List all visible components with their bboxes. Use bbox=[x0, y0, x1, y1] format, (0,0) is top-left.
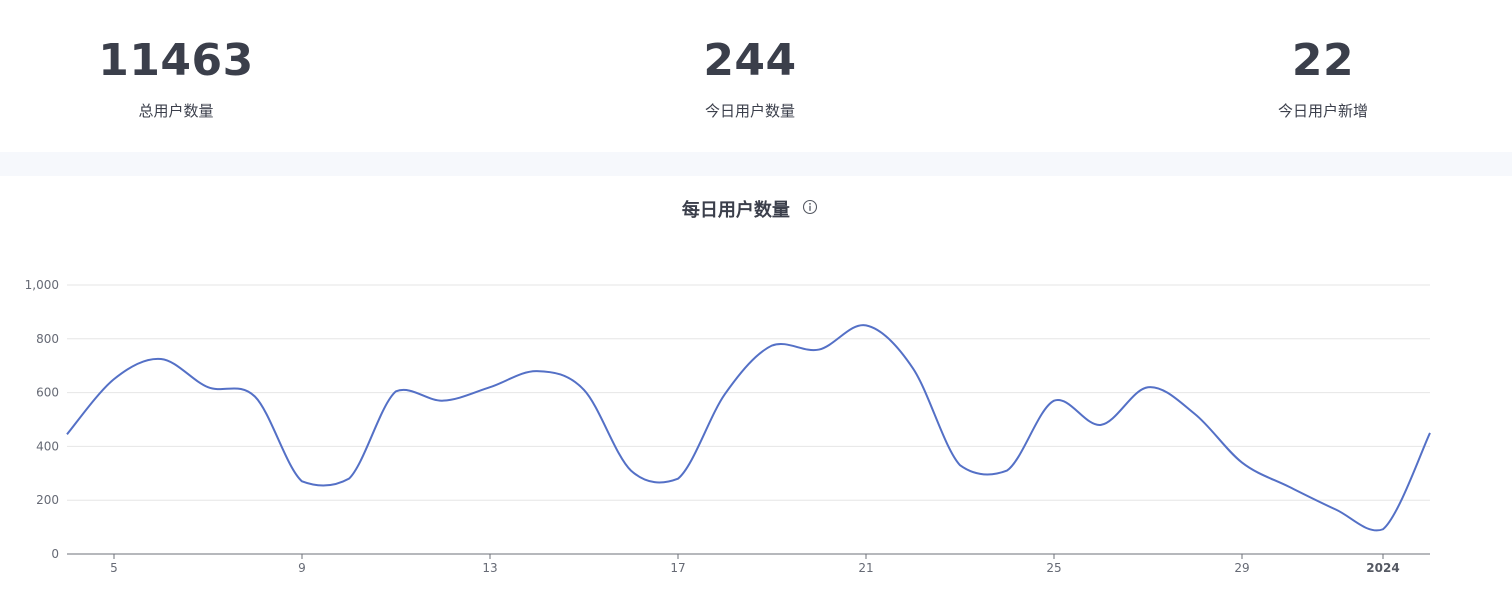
data-point bbox=[1099, 423, 1103, 427]
data-point bbox=[65, 432, 69, 436]
data-point bbox=[864, 323, 868, 327]
data-point bbox=[1240, 461, 1244, 465]
data-point bbox=[1146, 385, 1150, 389]
stat-today-users: 244 今日用户数量 bbox=[620, 34, 880, 121]
data-point bbox=[1428, 431, 1432, 435]
data-point bbox=[1287, 485, 1291, 489]
data-point bbox=[770, 344, 774, 348]
data-point bbox=[394, 389, 398, 393]
data-point bbox=[159, 357, 163, 361]
x-tick-label: 21 bbox=[858, 561, 873, 575]
stat-today-users-label: 今日用户数量 bbox=[704, 102, 795, 120]
daily-users-chart-card: 每日用户数量 0 200 400 600 800 1,000 5 9 13 17 21 25 29 202… bbox=[0, 176, 1512, 610]
data-point bbox=[441, 399, 445, 403]
stat-today-users-value: 244 bbox=[703, 35, 797, 86]
data-point bbox=[535, 369, 539, 373]
stat-total-users-label: 总用户数量 bbox=[138, 102, 214, 120]
x-tick-label: 29 bbox=[1234, 561, 1249, 575]
data-point bbox=[629, 469, 633, 473]
stats-panel: 11463 总用户数量 244 今日用户数量 22 今日用户新增 bbox=[0, 0, 1512, 152]
stat-total-users: 11463 总用户数量 bbox=[46, 34, 306, 121]
data-point bbox=[911, 366, 915, 370]
x-tick-label: 13 bbox=[482, 561, 497, 575]
data-point bbox=[676, 477, 680, 481]
y-tick-label: 400 bbox=[36, 439, 59, 453]
y-tick-label: 200 bbox=[36, 493, 59, 507]
x-tick-label: 5 bbox=[110, 561, 118, 575]
data-point bbox=[958, 463, 962, 467]
data-point bbox=[1052, 399, 1056, 403]
stat-today-new-users-label: 今日用户新增 bbox=[1277, 102, 1368, 120]
y-tick-label: 600 bbox=[36, 386, 59, 400]
data-point bbox=[206, 385, 210, 389]
x-tick-label: 17 bbox=[670, 561, 685, 575]
data-point bbox=[723, 392, 727, 396]
stat-total-users-value: 11463 bbox=[98, 35, 254, 86]
y-tick-label: 800 bbox=[36, 332, 59, 346]
data-point bbox=[253, 395, 257, 399]
data-point bbox=[1381, 527, 1385, 531]
data-point bbox=[1193, 412, 1197, 416]
data-point bbox=[347, 477, 351, 481]
daily-users-line-chart: 0 200 400 600 800 1,000 5 9 13 17 21 25 29 2024 bbox=[25, 278, 1432, 575]
x-tick-label: 25 bbox=[1046, 561, 1061, 575]
y-tick-label: 1,000 bbox=[25, 278, 59, 292]
stat-today-new-users: 22 今日用户新增 bbox=[1193, 34, 1453, 121]
data-point bbox=[112, 377, 116, 381]
data-point bbox=[1005, 469, 1009, 473]
x-tick-label: 9 bbox=[298, 561, 306, 575]
section-divider bbox=[0, 152, 1512, 176]
data-point bbox=[817, 348, 821, 352]
x-tick-label: 2024 bbox=[1366, 561, 1399, 575]
series-line bbox=[66, 324, 1431, 532]
y-tick-label: 0 bbox=[51, 547, 59, 561]
data-point bbox=[488, 385, 492, 389]
data-point bbox=[300, 479, 304, 483]
data-point bbox=[582, 388, 586, 392]
data-point bbox=[1334, 508, 1338, 512]
stat-today-new-users-value: 22 bbox=[1291, 35, 1355, 86]
